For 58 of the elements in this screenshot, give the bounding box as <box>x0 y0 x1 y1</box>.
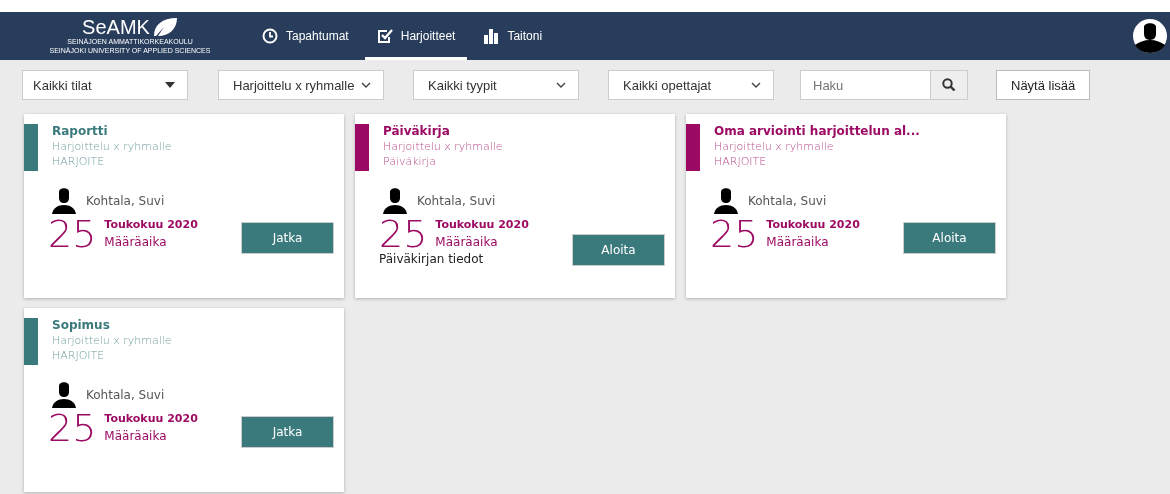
filter-dropdown[interactable]: Kaikki opettajat <box>608 70 774 100</box>
card-title[interactable]: Raportti <box>52 124 172 139</box>
search-icon <box>942 78 956 92</box>
teacher-name: Kohtala, Suvi <box>86 194 165 208</box>
filter-dropdown[interactable]: Kaikki tyypit <box>413 70 579 100</box>
chevron-down-icon <box>556 82 566 88</box>
chevron-down-icon <box>361 82 371 88</box>
teacher-name: Kohtala, Suvi <box>417 194 496 208</box>
card-subtitle: Harjoittelu x ryhmalle <box>714 139 835 154</box>
teacher-name: Kohtala, Suvi <box>748 194 827 208</box>
card-subtitle: Harjoittelu x ryhmalle <box>383 139 503 154</box>
due-day: 25 <box>48 214 97 254</box>
logo-text: SeAMK <box>82 17 150 37</box>
nav-tab[interactable]: Tapahtumat <box>250 12 361 60</box>
deadline-label: Määräaika <box>104 428 168 445</box>
person-icon <box>714 188 738 214</box>
due-day: 25 <box>379 214 428 254</box>
filter-dropdown[interactable]: Harjoittelu x ryhmalle <box>218 70 384 100</box>
due-month: Toukokuu 2020 <box>104 411 198 427</box>
card-title[interactable]: Sopimus <box>52 318 172 333</box>
nav-tab[interactable]: Taitoni <box>471 12 555 60</box>
filter-dropdown[interactable]: Kaikki tilat <box>22 70 188 100</box>
card-action-button[interactable]: Jatka <box>241 222 334 254</box>
diary-info-link[interactable]: Päiväkirjan tiedot <box>379 252 529 266</box>
search-field[interactable]: Haku <box>800 70 930 100</box>
card-type: HARJOITE <box>52 348 106 363</box>
person-icon <box>52 382 76 408</box>
card-subtitle: Harjoittelu x ryhmalle <box>52 139 172 154</box>
checkbox-icon <box>376 28 393 44</box>
nav-tab[interactable]: Harjoitteet <box>364 12 468 60</box>
person-icon <box>383 188 407 214</box>
due-month: Toukokuu 2020 <box>435 217 529 233</box>
card-action-button[interactable]: Jatka <box>241 416 334 448</box>
card-action-button[interactable]: Aloita <box>572 234 665 266</box>
chevron-down-icon <box>751 82 761 88</box>
leaf-logo-icon <box>151 17 178 37</box>
search-button[interactable] <box>930 70 968 100</box>
due-day: 25 <box>48 408 97 448</box>
caret-icon <box>165 82 175 88</box>
card-type: Päiväkirja <box>383 154 437 169</box>
show-more-button[interactable]: Näytä lisää <box>996 70 1091 100</box>
deadline-label: Määräaika <box>435 234 499 251</box>
card-action-button[interactable]: Aloita <box>903 222 996 254</box>
teacher-name: Kohtala, Suvi <box>86 388 165 402</box>
user-avatar-icon[interactable] <box>1132 18 1168 54</box>
deadline-label: Määräaika <box>766 234 830 251</box>
bar-chart-icon <box>483 28 500 44</box>
card-title[interactable]: Päiväkirja <box>383 124 503 139</box>
card-type: HARJOITE <box>52 154 106 169</box>
clock-icon <box>262 28 278 44</box>
deadline-label: Määräaika <box>104 234 168 251</box>
due-month: Toukokuu 2020 <box>766 217 860 233</box>
card-title[interactable]: Oma arviointi harjoittelun al... <box>714 124 920 139</box>
card-subtitle: Harjoittelu x ryhmalle <box>52 333 172 348</box>
due-month: Toukokuu 2020 <box>104 217 198 233</box>
due-day: 25 <box>710 214 759 254</box>
person-icon <box>52 188 76 214</box>
card-type: HARJOITE <box>714 154 768 169</box>
